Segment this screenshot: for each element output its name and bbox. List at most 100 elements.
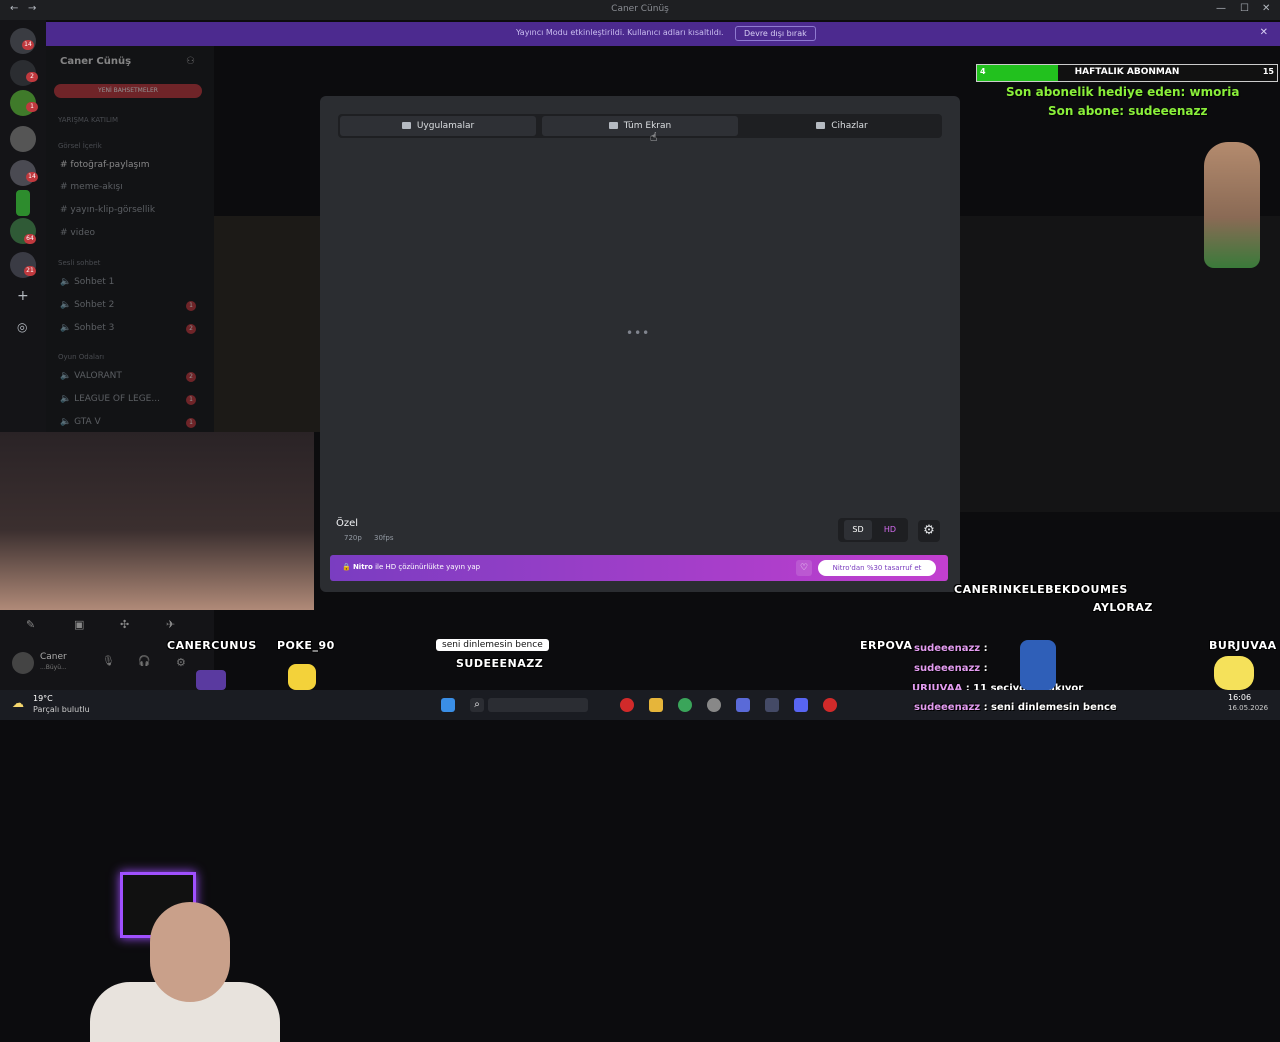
floating-username: POKE_90 <box>277 639 335 652</box>
tab-label: Cihazlar <box>831 121 868 131</box>
streamer-avatar <box>1204 142 1260 268</box>
streamer-mode-banner: Yayıncı Modu etkinleştirildi. Kullanıcı … <box>46 22 1280 46</box>
minimize-icon[interactable]: — <box>1216 3 1226 14</box>
mention-badge: 1 <box>26 102 38 112</box>
floating-username: CANERINKELEBEKDOUMES <box>954 583 1128 596</box>
channel-item[interactable]: # fotoğraf-paylaşım <box>60 160 150 170</box>
category-header[interactable]: Sesli sohbet <box>58 259 100 267</box>
category-header[interactable]: Oyun Odaları <box>58 353 104 361</box>
source-tabs: Uygulamalar Tüm Ekran Cihazlar <box>338 114 942 138</box>
banner-message: Yayıncı Modu etkinleştirildi. Kullanıcı … <box>516 28 724 37</box>
channel-label: Sohbet 3 <box>74 323 115 333</box>
tab-entire-screen[interactable]: Tüm Ekran <box>542 116 738 136</box>
opera-icon[interactable] <box>823 698 837 712</box>
close-window-icon[interactable]: ✕ <box>1262 3 1270 14</box>
gear-icon[interactable]: ⚙ <box>918 520 940 542</box>
server-icon[interactable] <box>16 190 30 216</box>
title-bar: Caner Cünüş ← → — ☐ ✕ <box>0 0 1280 20</box>
chat-text: : seni dinlemesin bence <box>983 702 1117 713</box>
screen-icon[interactable]: ▣ <box>74 618 84 631</box>
search-box[interactable] <box>488 698 588 712</box>
new-mentions-button[interactable]: YENİ BAHSETMELER <box>54 84 202 98</box>
settings-icon[interactable]: ⚙ <box>176 656 186 669</box>
channel-label: meme-akışı <box>70 182 123 192</box>
chat-message: sudeeenazz : <box>914 663 988 674</box>
server-name[interactable]: Caner Cünüş <box>60 56 131 67</box>
pikachu-sprite <box>288 664 316 690</box>
webcam-feed <box>0 432 314 1042</box>
heart-icon[interactable]: ♡ <box>796 560 812 576</box>
discord-icon[interactable] <box>794 698 808 712</box>
monitor-icon <box>608 122 618 129</box>
mic-icon[interactable]: 🎙 <box>102 656 115 667</box>
last-sub-line: Son abone: sudeeenazz <box>1048 104 1208 118</box>
channel-item[interactable]: # video <box>60 228 95 238</box>
floating-username: CANERCUNUS <box>167 639 257 652</box>
weather-icon[interactable]: ☁ <box>12 696 24 710</box>
chat-text: : <box>983 643 988 654</box>
chat-text: : <box>983 663 988 674</box>
voice-channel-item[interactable]: 🔈 LEAGUE OF LEGE... <box>60 394 160 404</box>
search-icon[interactable]: ⌕ <box>470 698 484 712</box>
channel-label: fotoğraf-paylaşım <box>70 160 150 170</box>
channel-item[interactable]: # meme-akışı <box>60 182 123 192</box>
chat-message: sudeeenazz : <box>914 643 988 654</box>
fps-value: 30fps <box>374 534 394 542</box>
floating-username: ERPOVA <box>860 639 913 652</box>
window-title: Caner Cünüş <box>611 4 669 14</box>
back-icon[interactable]: ← <box>10 3 18 14</box>
category-header[interactable]: Görsel İçerik <box>58 142 102 150</box>
start-icon[interactable] <box>441 698 455 712</box>
channel-item[interactable]: # yayın-klip-görsellik <box>60 205 155 215</box>
media-icon[interactable] <box>620 698 634 712</box>
discover-icon[interactable]: ◎ <box>17 320 27 334</box>
headphones-icon[interactable]: 🎧 <box>138 656 150 667</box>
resolution-value: 720p <box>344 534 362 542</box>
app-icon[interactable] <box>736 698 750 712</box>
voice-channel-item[interactable]: 🔈 GTA V <box>60 417 101 427</box>
nitro-save-button[interactable]: Nitro'dan %30 tasarruf et <box>818 560 936 576</box>
clock-time: 16:06 <box>1228 693 1252 702</box>
mention-badge: 14 <box>22 40 34 50</box>
nitro-message: ile HD çözünürlükte yayın yap <box>375 563 481 571</box>
floating-username: SUDEEENAZZ <box>456 657 544 670</box>
voice-channel-item[interactable]: 🔈 Sohbet 3 <box>60 323 114 333</box>
gift-sub-line: Son abonelik hediye eden: wmoria <box>1006 85 1240 99</box>
channel-badge: 2 <box>186 372 196 382</box>
invite-icon[interactable]: ⚇ <box>186 56 195 67</box>
quality-title: Özel <box>336 518 359 529</box>
server-icon[interactable] <box>10 126 36 152</box>
voice-channel-item[interactable]: 🔈 Sohbet 1 <box>60 277 114 287</box>
sd-button[interactable]: SD <box>844 520 872 540</box>
voice-channel-item[interactable]: 🔈 VALORANT <box>60 371 122 381</box>
voice-channel-item[interactable]: 🔈 Sohbet 2 <box>60 300 114 310</box>
tab-applications[interactable]: Uygulamalar <box>340 116 536 136</box>
channel-badge: 2 <box>186 324 196 334</box>
nitro-text: 🔒 Nitro ile HD çözünürlükte yayın yap <box>342 563 481 571</box>
hd-button[interactable]: HD <box>876 520 904 540</box>
mention-badge: 64 <box>24 234 36 244</box>
close-icon[interactable]: ✕ <box>1260 27 1268 38</box>
apps-icon[interactable]: ✣ <box>120 618 129 631</box>
folder-icon[interactable] <box>649 698 663 712</box>
chat-user: sudeeenazz <box>914 702 981 713</box>
speech-bubble: seni dinlemesin bence <box>436 639 549 651</box>
goal-target: 15 <box>1262 67 1274 76</box>
app-icon[interactable] <box>765 698 779 712</box>
app-icon[interactable] <box>707 698 721 712</box>
category-header[interactable]: YARIŞMA KATILIM <box>58 116 118 124</box>
chat-user: sudeeenazz <box>914 663 981 674</box>
subscriber-goal-bar: 4 HAFTALIK ABONMAN 15 <box>976 64 1278 82</box>
channel-label: Sohbet 1 <box>74 277 115 287</box>
tab-devices[interactable]: Cihazlar <box>744 116 940 136</box>
goal-label: HAFTALIK ABONMAN <box>1074 67 1180 77</box>
chrome-icon[interactable] <box>678 698 692 712</box>
activity-icon[interactable]: ✈ <box>166 618 175 631</box>
forward-icon[interactable]: → <box>28 3 36 14</box>
chat-user: sudeeenazz <box>914 643 981 654</box>
disable-streamer-mode-button[interactable]: Devre dışı bırak <box>735 26 816 41</box>
avatar[interactable] <box>12 652 34 674</box>
attachment-icon[interactable]: ✎ <box>26 618 35 631</box>
add-server-icon[interactable]: + <box>17 288 29 304</box>
maximize-icon[interactable]: ☐ <box>1240 3 1249 14</box>
